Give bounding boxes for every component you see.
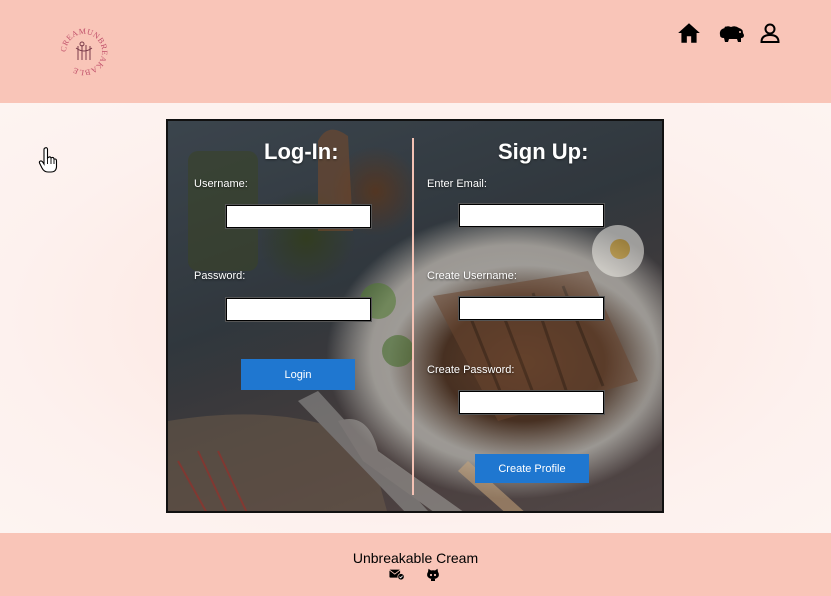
signup-username-input[interactable] (458, 296, 605, 321)
svg-text:CREAMUNBREAKABLE: CREAMUNBREAKABLE (59, 27, 109, 77)
auth-panel: Log-In: Username: Password: Login Sign U… (166, 119, 664, 513)
login-password-input[interactable] (225, 297, 372, 322)
signup-email-input[interactable] (458, 203, 605, 228)
hippo-icon[interactable] (717, 20, 745, 46)
site-footer: Unbreakable Cream (0, 533, 831, 596)
signup-password-label: Create Password: (427, 364, 515, 376)
login-button[interactable]: Login (241, 359, 355, 390)
signup-email-label: Enter Email: (427, 178, 487, 190)
signup-title: Sign Up: (498, 139, 589, 164)
form-divider (412, 138, 414, 495)
login-title: Log-In: (264, 139, 339, 164)
hand-cursor-icon (38, 146, 58, 174)
signup-password-input[interactable] (458, 390, 605, 415)
login-username-label: Username: (194, 178, 248, 190)
mail-check-icon[interactable] (389, 568, 405, 581)
home-icon[interactable] (676, 20, 702, 46)
signup-username-label: Create Username: (427, 270, 517, 282)
user-icon[interactable] (758, 20, 782, 46)
logo-text: CREAMUNBREAKABLE (59, 27, 109, 77)
logo[interactable]: CREAMUNBREAKABLE (56, 24, 112, 80)
github-icon[interactable] (426, 568, 440, 581)
footer-title: Unbreakable Cream (352, 550, 479, 566)
login-username-input[interactable] (225, 204, 372, 229)
login-password-label: Password: (194, 270, 246, 282)
site-header: CREAMUNBREAKABLE (0, 0, 831, 103)
create-profile-button[interactable]: Create Profile (475, 454, 589, 483)
